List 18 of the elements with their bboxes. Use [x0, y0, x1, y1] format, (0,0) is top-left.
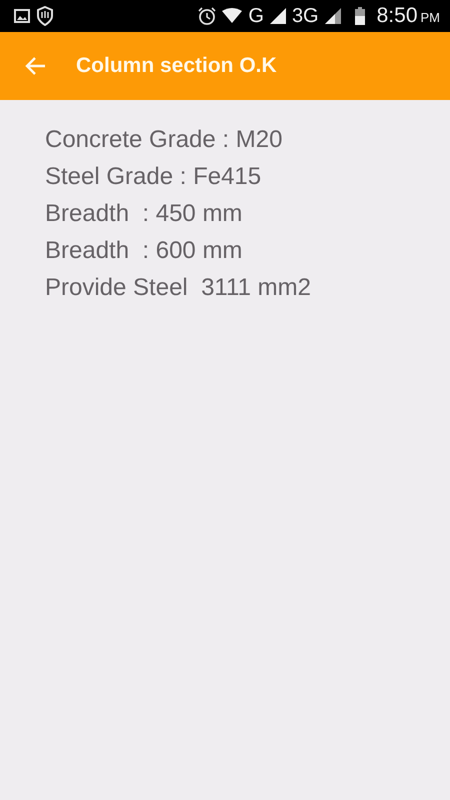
result-line: Breadth : 450 mm — [45, 199, 242, 229]
result-line: Provide Steel 3111 mm2 — [45, 273, 311, 303]
clock-period: PM — [420, 10, 440, 25]
alarm-icon — [198, 7, 216, 25]
hand-shield-icon — [36, 6, 54, 26]
network-label: 3G — [292, 4, 319, 28]
screen-title: Column section O.K — [76, 54, 277, 78]
back-arrow-icon[interactable] — [24, 56, 46, 76]
signal-icon — [324, 8, 341, 24]
wifi-icon — [222, 8, 242, 24]
battery-icon — [354, 7, 365, 25]
network-label: G — [248, 4, 264, 28]
clock-time: 8:50 — [376, 4, 418, 28]
result-line: Concrete Grade : M20 — [45, 125, 282, 155]
result-line: Steel Grade : Fe415 — [45, 162, 262, 192]
image-icon — [14, 9, 30, 23]
result-line: Breadth : 600 mm — [45, 236, 242, 266]
signal-icon — [270, 8, 286, 24]
